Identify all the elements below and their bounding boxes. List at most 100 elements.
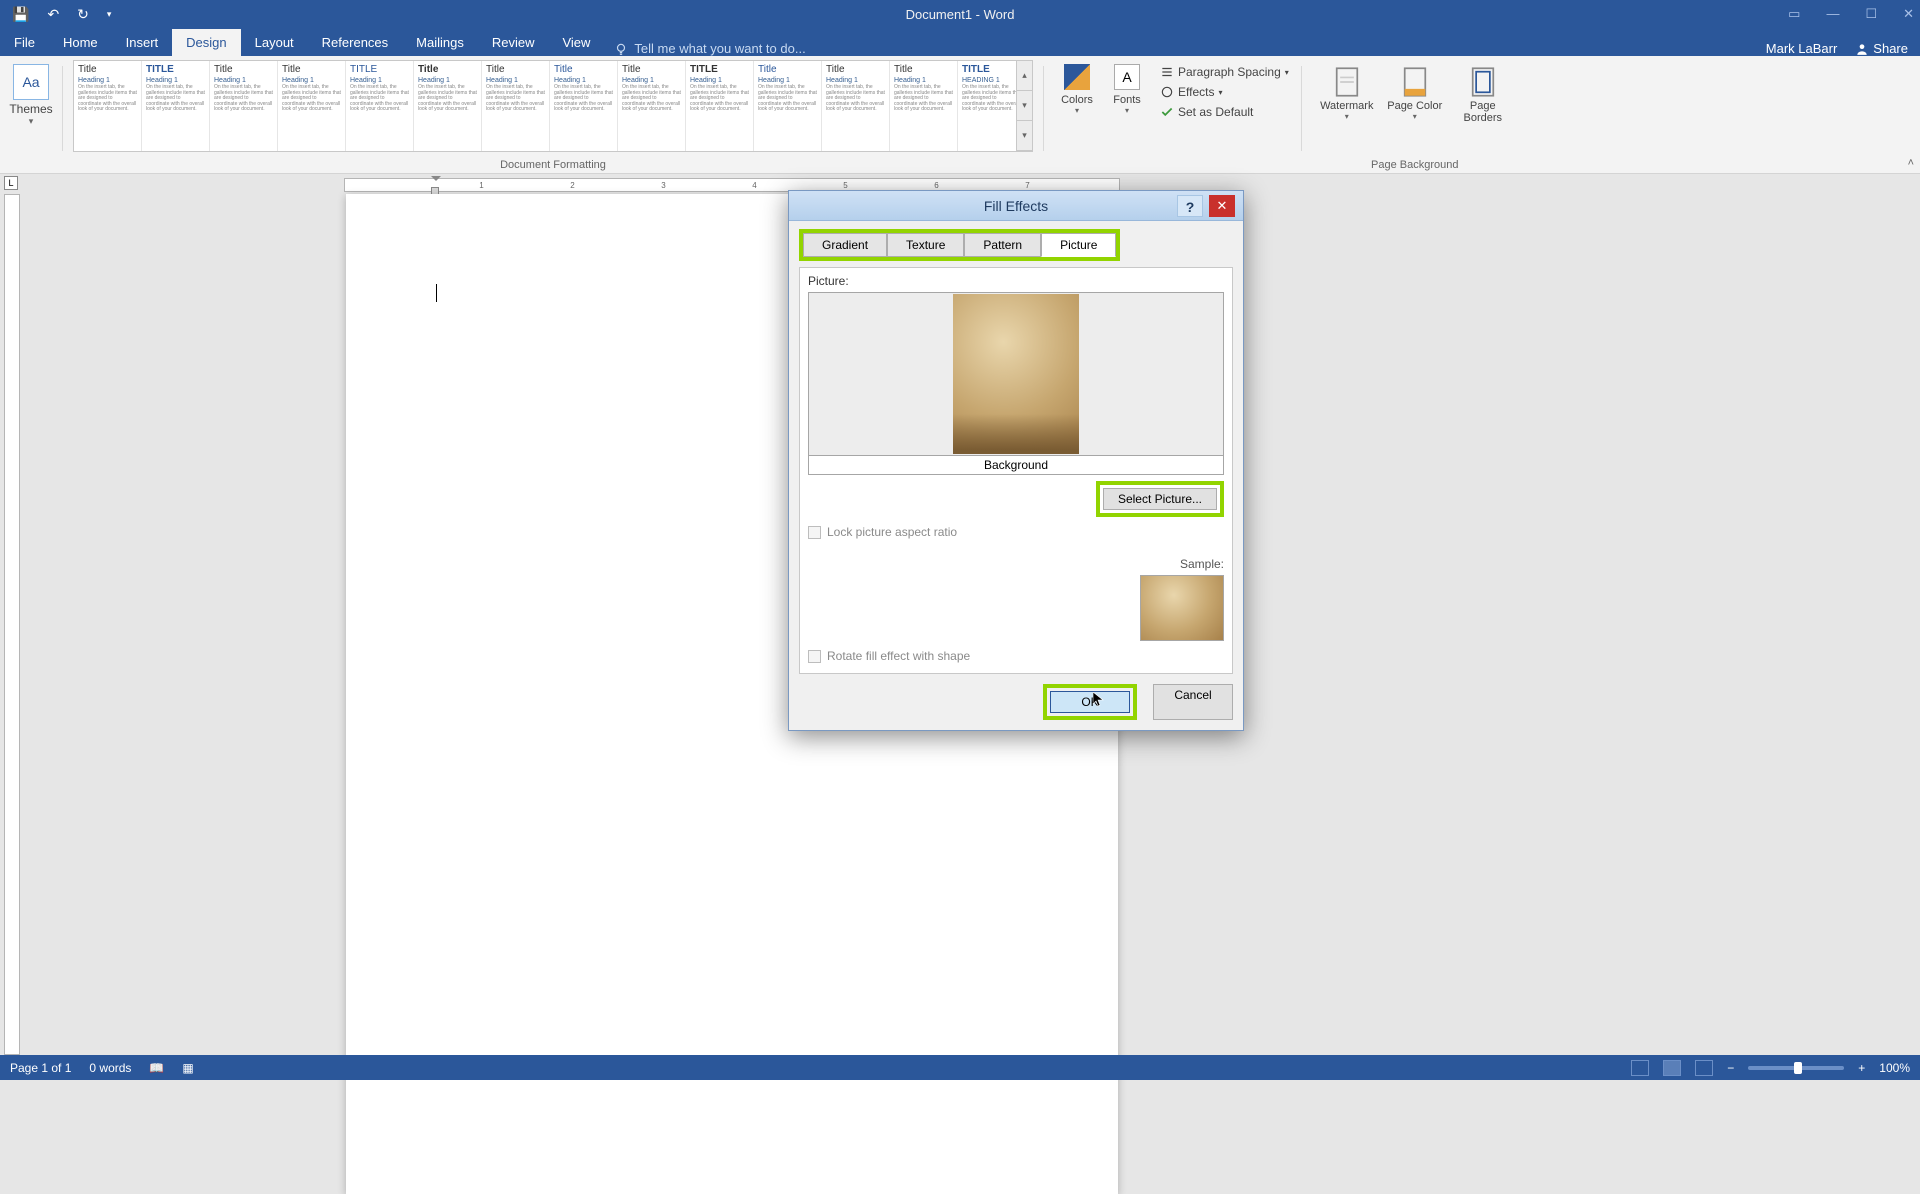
watermark-icon	[1318, 64, 1376, 100]
vertical-ruler[interactable]	[4, 194, 20, 1055]
tab-layout[interactable]: Layout	[241, 29, 308, 56]
close-icon[interactable]: ✕	[1903, 6, 1914, 22]
zoom-out-button[interactable]: −	[1727, 1061, 1734, 1075]
page-color-button[interactable]: Page Color ▾	[1386, 64, 1444, 124]
dialog-title: Fill Effects	[984, 198, 1048, 214]
paragraph-spacing-button[interactable]: Paragraph Spacing ▾	[1158, 62, 1291, 82]
tab-picture[interactable]: Picture	[1041, 233, 1116, 257]
fill-effects-dialog: Fill Effects ? ✕ Gradient Texture Patter…	[788, 190, 1244, 731]
tab-gradient[interactable]: Gradient	[803, 233, 887, 257]
user-name[interactable]: Mark LaBarr	[1766, 41, 1838, 56]
style-card[interactable]: TITLEHeading 1On the insert tab, the gal…	[686, 61, 754, 151]
help-button[interactable]: ?	[1177, 195, 1203, 217]
themes-button[interactable]: Aa Themes ▾	[8, 60, 54, 127]
share-button[interactable]: Share	[1855, 41, 1908, 56]
style-card[interactable]: TitleHeading 1On the insert tab, the gal…	[482, 61, 550, 151]
check-icon	[1160, 105, 1174, 119]
chevron-down-icon: ▾	[1106, 106, 1148, 115]
collapse-ribbon-icon[interactable]: ˄	[1908, 157, 1914, 169]
document-canvas: Fill Effects ? ✕ Gradient Texture Patter…	[0, 194, 1920, 1055]
style-gallery[interactable]: TitleHeading 1On the insert tab, the gal…	[73, 60, 1033, 152]
fonts-label: Fonts	[1106, 94, 1148, 106]
style-card[interactable]: TitleHeading 1On the insert tab, the gal…	[754, 61, 822, 151]
minimize-icon[interactable]: —	[1826, 6, 1839, 22]
colors-label: Colors	[1056, 94, 1098, 106]
select-picture-button[interactable]: Select Picture...	[1103, 488, 1217, 510]
maximize-icon[interactable]: ☐	[1865, 6, 1877, 22]
read-mode-button[interactable]	[1631, 1060, 1649, 1076]
themes-icon: Aa	[13, 64, 49, 100]
gallery-scrollbar[interactable]: ▴▾▾	[1016, 61, 1032, 151]
undo-icon[interactable]: ↶	[47, 6, 59, 23]
tab-insert[interactable]: Insert	[112, 29, 173, 56]
tab-texture[interactable]: Texture	[887, 233, 964, 257]
themes-group: Aa Themes ▾	[6, 60, 56, 173]
set-default-button[interactable]: Set as Default	[1158, 102, 1291, 122]
tab-home[interactable]: Home	[49, 29, 112, 56]
rotate-fill-label: Rotate fill effect with shape	[827, 649, 970, 663]
style-card[interactable]: TITLEHeading 1On the insert tab, the gal…	[346, 61, 414, 151]
style-card[interactable]: TitleHeading 1On the insert tab, the gal…	[74, 61, 142, 151]
print-layout-button[interactable]	[1663, 1060, 1681, 1076]
document-formatting-group: TitleHeading 1On the insert tab, the gal…	[69, 60, 1037, 173]
zoom-percent[interactable]: 100%	[1879, 1061, 1910, 1075]
tab-view[interactable]: View	[548, 29, 604, 56]
spellcheck-icon[interactable]: 📖	[149, 1061, 164, 1075]
style-card[interactable]: TitleHeading 1On the insert tab, the gal…	[278, 61, 346, 151]
effects-icon	[1160, 85, 1174, 99]
colors-icon	[1064, 64, 1090, 90]
fonts-icon: A	[1114, 64, 1140, 90]
style-card[interactable]: TitleHeading 1On the insert tab, the gal…	[822, 61, 890, 151]
page-borders-icon	[1454, 64, 1512, 100]
select-picture-highlight: Select Picture...	[1096, 481, 1224, 517]
effects-label: Effects	[1178, 85, 1214, 99]
lock-aspect-checkbox-row: Lock picture aspect ratio	[808, 525, 1224, 539]
zoom-in-button[interactable]: +	[1858, 1061, 1865, 1075]
fonts-button[interactable]: A Fonts ▾	[1106, 64, 1148, 173]
separator	[62, 66, 63, 151]
page-borders-button[interactable]: Page Borders	[1454, 64, 1512, 124]
macro-icon[interactable]: ▦	[182, 1061, 193, 1075]
tab-design[interactable]: Design	[172, 29, 240, 56]
effects-button[interactable]: Effects ▾	[1158, 82, 1291, 102]
colors-fonts-group: Colors ▾ A Fonts ▾	[1050, 60, 1154, 173]
tell-me-search[interactable]: Tell me what you want to do...	[614, 41, 805, 56]
page-info[interactable]: Page 1 of 1	[10, 1061, 71, 1075]
tab-references[interactable]: References	[308, 29, 402, 56]
share-icon	[1855, 42, 1869, 56]
watermark-button[interactable]: Watermark ▾	[1318, 64, 1376, 124]
picture-name: Background	[808, 456, 1224, 475]
dialog-titlebar[interactable]: Fill Effects ? ✕	[789, 191, 1243, 221]
save-icon[interactable]: 💾	[12, 6, 29, 23]
word-count[interactable]: 0 words	[89, 1061, 131, 1075]
page-background-group: Watermark ▾ Page Color ▾ Page Borders Pa…	[1308, 60, 1522, 173]
qat-customize-icon[interactable]: ▾	[107, 9, 112, 20]
style-card[interactable]: TitleHeading 1On the insert tab, the gal…	[210, 61, 278, 151]
cancel-button[interactable]: Cancel	[1153, 684, 1233, 720]
paragraph-spacing-label: Paragraph Spacing	[1178, 65, 1281, 79]
title-bar: 💾 ↶ ↻ ▾ Document1 - Word ▭ — ☐ ✕	[0, 0, 1920, 28]
colors-button[interactable]: Colors ▾	[1056, 64, 1098, 173]
zoom-slider-thumb[interactable]	[1794, 1062, 1802, 1074]
ok-button[interactable]: OK	[1050, 691, 1130, 713]
ribbon-display-icon[interactable]: ▭	[1788, 6, 1800, 22]
style-card[interactable]: TitleHeading 1On the insert tab, the gal…	[890, 61, 958, 151]
web-layout-button[interactable]	[1695, 1060, 1713, 1076]
tab-pattern[interactable]: Pattern	[964, 233, 1041, 257]
style-card[interactable]: TitleHeading 1On the insert tab, the gal…	[414, 61, 482, 151]
style-card[interactable]: TitleHeading 1On the insert tab, the gal…	[550, 61, 618, 151]
dialog-picture-panel: Picture: Background Select Picture... Lo…	[799, 267, 1233, 674]
tab-selector[interactable]: L	[4, 176, 18, 190]
style-card[interactable]: TitleHeading 1On the insert tab, the gal…	[618, 61, 686, 151]
redo-icon[interactable]: ↻	[77, 6, 89, 23]
sample-section: Sample:	[808, 557, 1224, 641]
paragraph-options-group: Paragraph Spacing ▾ Effects ▾ Set as Def…	[1154, 60, 1295, 173]
group-label-page-background: Page Background	[1308, 159, 1522, 171]
tab-mailings[interactable]: Mailings	[402, 29, 478, 56]
zoom-slider[interactable]	[1748, 1066, 1844, 1070]
dialog-close-button[interactable]: ✕	[1209, 195, 1235, 217]
tab-review[interactable]: Review	[478, 29, 549, 56]
tab-file[interactable]: File	[0, 29, 49, 56]
style-card[interactable]: TITLEHeading 1On the insert tab, the gal…	[142, 61, 210, 151]
picture-preview	[953, 294, 1079, 454]
